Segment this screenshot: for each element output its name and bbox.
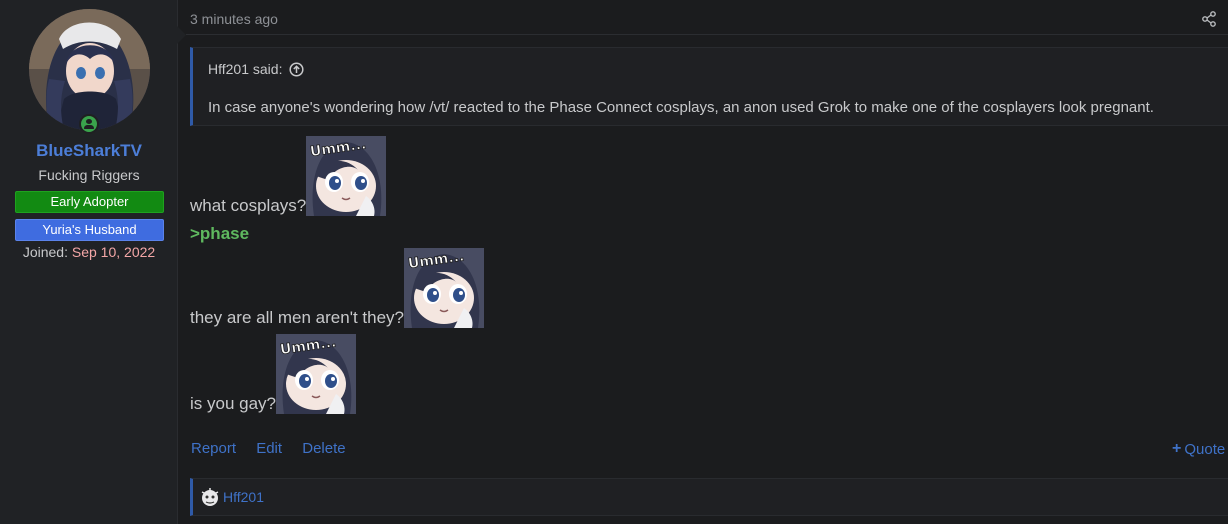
quote-attribution[interactable]: Hff201 said: [208, 61, 305, 77]
edit-link[interactable]: Edit [256, 440, 282, 457]
user-title: Fucking Riggers [38, 167, 140, 183]
banner-early-adopter: Early Adopter [15, 191, 164, 213]
post-actions: Report Edit Delete [191, 440, 362, 457]
joined-label: Joined: [22, 244, 68, 260]
post-line: they are all men aren't they? Umm... [190, 248, 484, 328]
username[interactable]: BlueSharkTV [0, 141, 178, 161]
joined-info: Joined: Sep 10, 2022 [0, 244, 178, 260]
post-text: what cosplays? [190, 196, 307, 215]
banner-yurias-husband: Yuria's Husband [15, 219, 164, 241]
delete-link[interactable]: Delete [302, 440, 345, 457]
post-line: what cosplays? Umm... [190, 136, 387, 216]
joined-date: Sep 10, 2022 [71, 244, 156, 260]
header-divider [186, 34, 1228, 35]
umm-emote-icon: Umm... [276, 334, 356, 414]
umm-emote-icon: Umm... [403, 248, 484, 328]
umm-emote-icon: Umm... [306, 136, 387, 216]
quote-label: Quote [1184, 440, 1226, 458]
quote-text: In case anyone's wondering how /vt/ reac… [208, 99, 1154, 116]
avatar[interactable] [29, 9, 150, 130]
post-line: is you gay? Umm... [190, 334, 356, 414]
plus-icon: + [1172, 440, 1182, 457]
user-panel: BlueSharkTV Fucking Riggers Early Adopte… [0, 0, 186, 524]
quote-block: Hff201 said: In case anyone's wondering … [190, 47, 1228, 126]
reactions-bar: Hff201 [190, 478, 1228, 516]
avatar-wrap[interactable] [29, 9, 150, 134]
online-status-icon [79, 114, 99, 134]
post-text: is you gay? [190, 394, 276, 413]
post-container: BlueSharkTV Fucking Riggers Early Adopte… [0, 0, 1228, 524]
report-link[interactable]: Report [191, 440, 236, 457]
post-text: they are all men aren't they? [190, 308, 404, 327]
arrow-up-icon[interactable] [289, 61, 305, 77]
quote-author: Hff201 said: [208, 61, 283, 77]
quote-button[interactable]: + Quote [1172, 440, 1225, 458]
reaction-emoji-icon[interactable] [199, 486, 221, 508]
post-timestamp[interactable]: 3 minutes ago [190, 11, 278, 27]
post-main: 3 minutes ago Hff201 said: In case anyon… [178, 0, 1228, 524]
greentext-line: >phase [190, 224, 250, 243]
share-icon[interactable] [1202, 11, 1216, 27]
reactor-name[interactable]: Hff201 [223, 489, 264, 505]
